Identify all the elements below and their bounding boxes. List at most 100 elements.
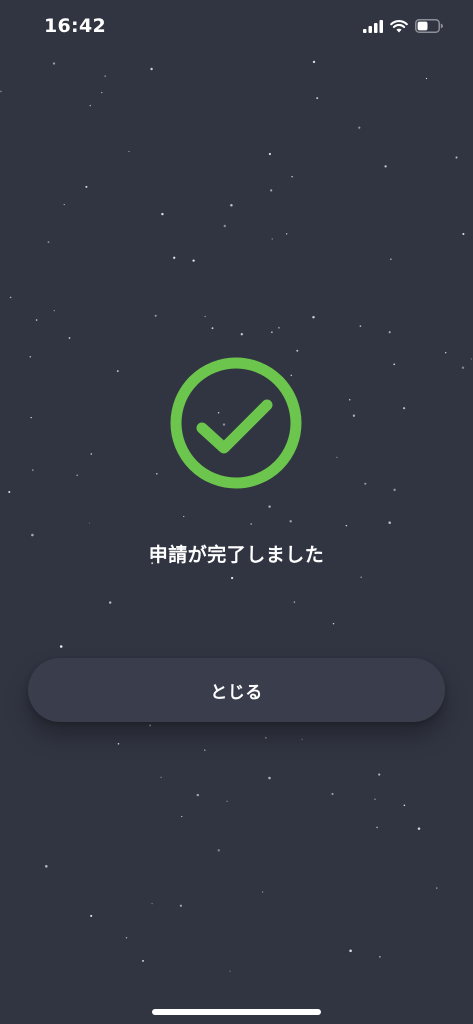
status-icons (363, 18, 443, 34)
star-dot (403, 407, 406, 410)
star-dot (261, 891, 264, 893)
star-dot (271, 331, 273, 334)
star-dot (364, 482, 367, 485)
star-dot (332, 622, 335, 625)
star-dot (293, 601, 296, 603)
star-dot (116, 370, 119, 373)
star-dot (378, 773, 381, 776)
star-dot (47, 241, 50, 244)
star-dot (35, 319, 38, 321)
star-dot (286, 233, 288, 235)
star-dot (68, 337, 71, 339)
star-dot (90, 453, 93, 455)
star-dot (393, 363, 396, 366)
star-dot (101, 91, 103, 94)
star-dot (196, 793, 199, 797)
star-dot (109, 601, 112, 604)
star-dot (331, 792, 334, 796)
star-dot (270, 189, 273, 192)
star-dot (76, 474, 78, 476)
star-dot (161, 212, 164, 216)
wifi-icon (390, 19, 408, 32)
status-time: 16:42 (44, 15, 106, 37)
star-dot (358, 126, 361, 129)
star-dot (29, 355, 32, 358)
star-dot (390, 258, 392, 260)
star-dot (63, 204, 65, 206)
star-dot (117, 742, 120, 745)
star-dot (268, 505, 271, 508)
star-dot (425, 77, 428, 80)
star-dot (155, 472, 158, 475)
star-dot (179, 904, 183, 907)
star-dot (388, 521, 391, 524)
starfield-background (0, 60, 472, 972)
star-dot (268, 776, 271, 780)
star-dot (173, 256, 176, 259)
star-dot (230, 204, 233, 207)
star-dot (301, 738, 303, 740)
star-dot (445, 352, 447, 354)
star-dot (149, 724, 152, 727)
star-dot (142, 959, 144, 962)
star-dot (384, 165, 387, 168)
star-dot (0, 90, 2, 93)
star-dot (151, 902, 153, 905)
star-dot (85, 185, 88, 188)
star-dot (312, 315, 315, 319)
star-dot (204, 315, 206, 318)
star-dot (90, 914, 93, 917)
star-dot (462, 232, 465, 236)
star-dot (403, 804, 406, 807)
star-dot (30, 416, 32, 419)
star-dot (268, 152, 272, 156)
star-dot (316, 97, 319, 100)
star-dot (352, 414, 356, 417)
star-dot (345, 524, 348, 527)
star-dot (349, 949, 352, 953)
star-dot (128, 151, 130, 153)
star-dot (470, 358, 472, 360)
star-dot (229, 970, 231, 972)
star-dot (154, 314, 157, 317)
star-dot (226, 800, 228, 802)
star-dot (181, 815, 183, 818)
star-dot (125, 937, 128, 939)
check-mark-icon (196, 399, 273, 454)
star-dot (204, 749, 206, 751)
star-dot (104, 75, 107, 78)
star-dot (89, 522, 91, 524)
star-dot (192, 259, 195, 262)
star-dot (160, 776, 162, 779)
battery-icon (415, 19, 443, 33)
star-dot (9, 296, 12, 299)
star-dot (455, 156, 458, 159)
status-bar: 16:42 (0, 0, 473, 54)
star-dot (32, 469, 34, 471)
star-dot (183, 515, 185, 518)
completion-message: 申請が完了しました (148, 544, 325, 566)
star-dot (436, 887, 438, 889)
close-button-label: とじる (210, 682, 263, 703)
star-dot (289, 520, 292, 523)
star-dot (291, 176, 293, 178)
star-dot (461, 366, 465, 369)
star-dot (360, 576, 363, 579)
star-dot (336, 456, 338, 459)
star-dot (52, 62, 56, 65)
check-circle-icon (170, 357, 302, 489)
cellular-signal-icon (363, 19, 383, 33)
star-dot (388, 331, 391, 334)
star-dot (240, 333, 243, 336)
star-dot (312, 60, 316, 64)
success-circle (170, 357, 302, 489)
star-dot (417, 827, 421, 830)
close-button[interactable]: とじる (28, 658, 445, 722)
star-dot (53, 309, 55, 312)
star-dot (8, 490, 11, 494)
star-dot (296, 349, 299, 352)
star-dot (89, 104, 91, 107)
star-dot (379, 956, 381, 958)
star-dot (223, 224, 226, 228)
star-dot (271, 238, 273, 240)
